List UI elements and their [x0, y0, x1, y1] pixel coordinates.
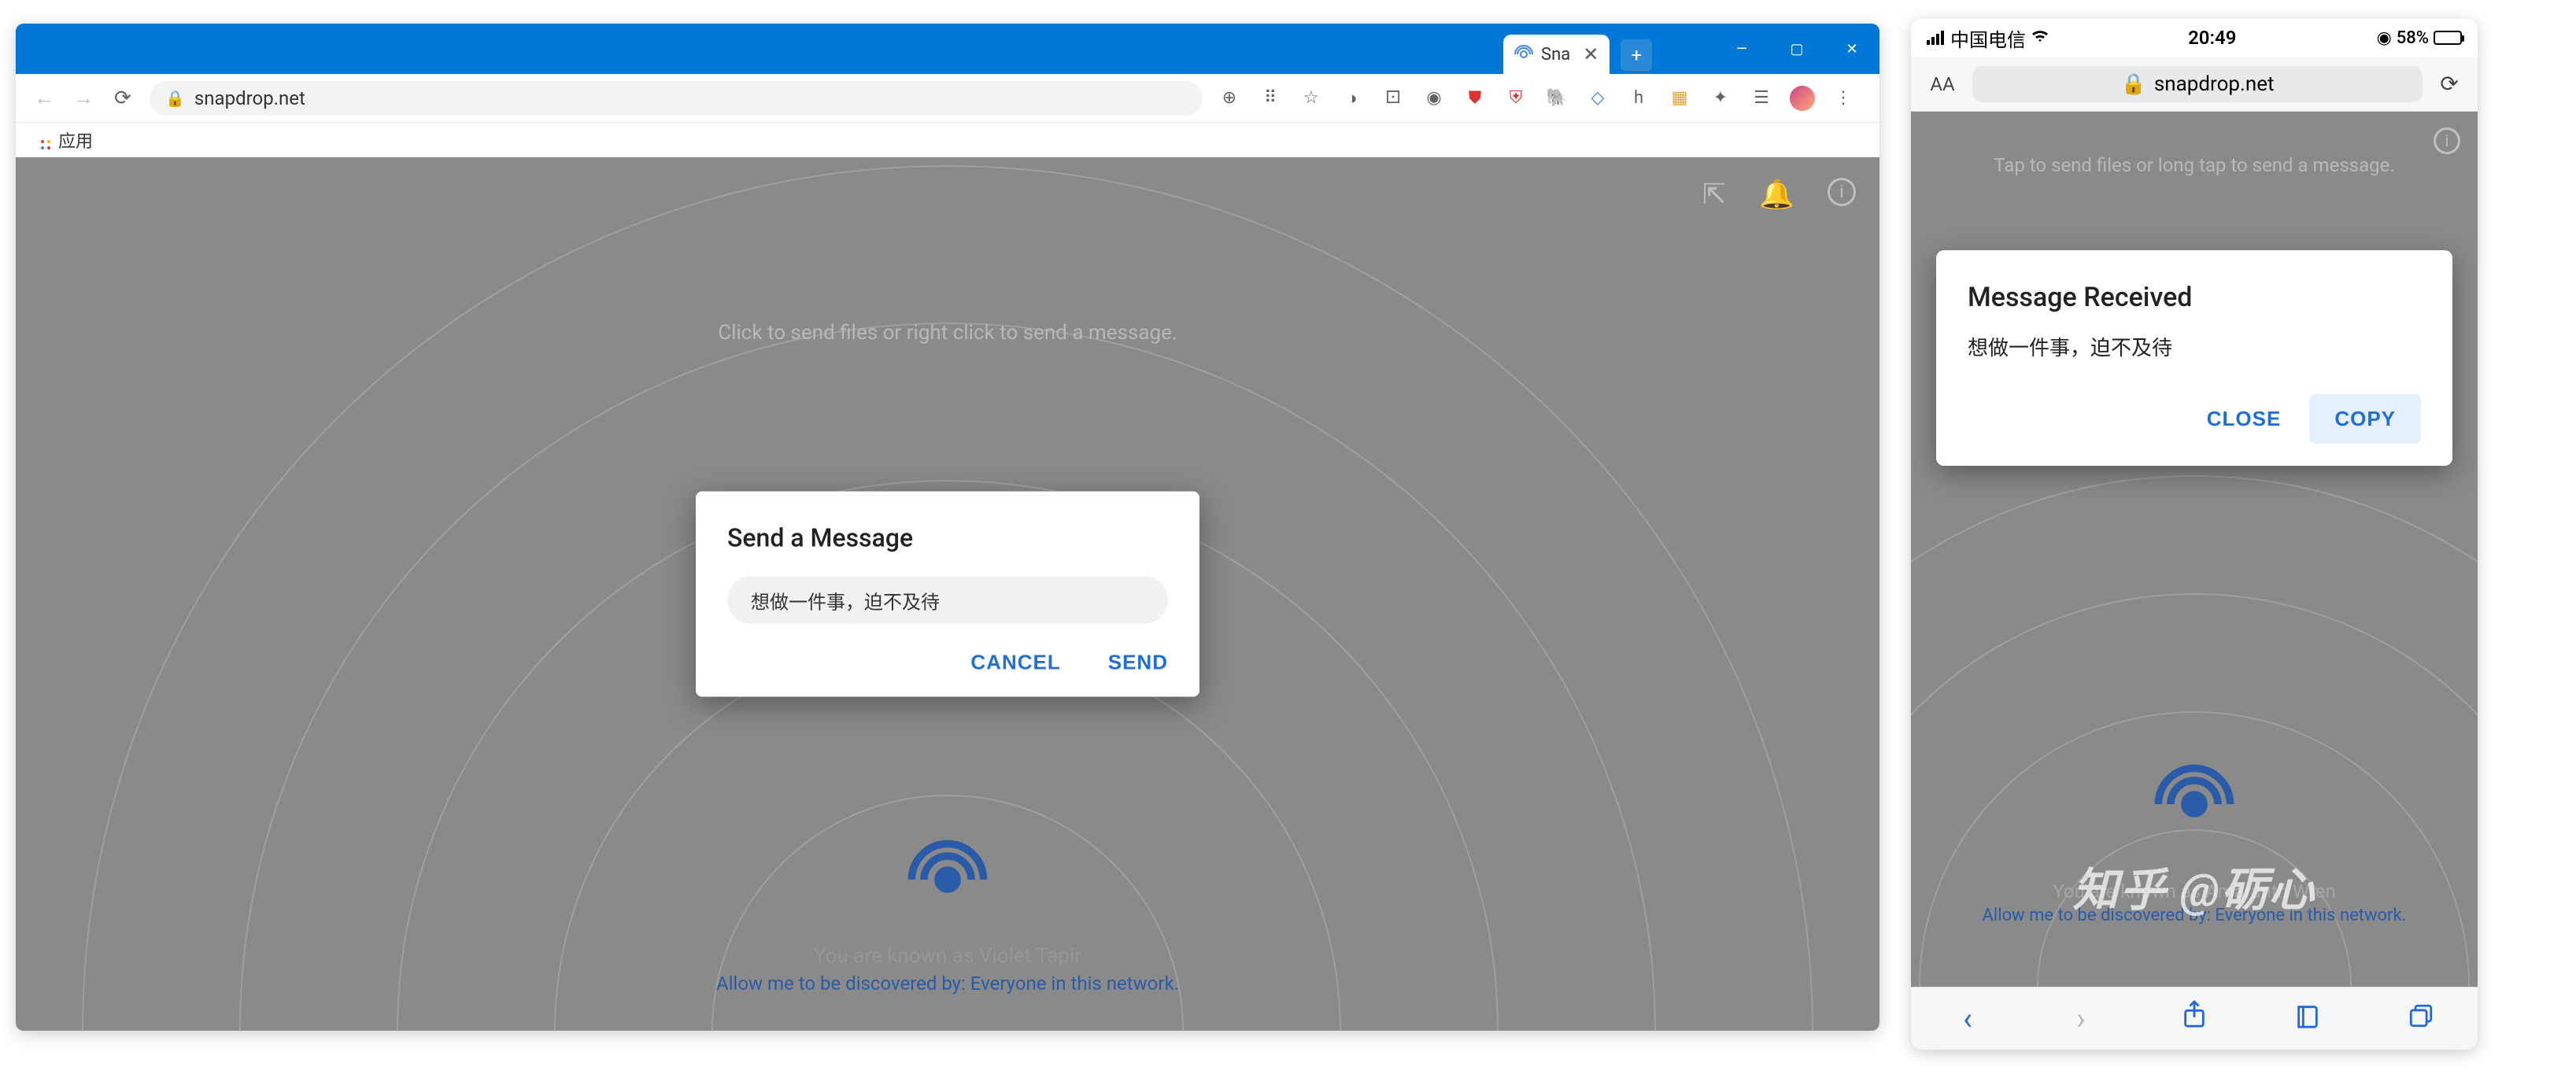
- reading-list-icon[interactable]: ☰: [1749, 86, 1774, 111]
- habr-icon[interactable]: h: [1626, 86, 1651, 111]
- tab-close-icon[interactable]: ✕: [1583, 43, 1598, 65]
- status-left: 中国电信: [1927, 24, 2048, 52]
- install-icon[interactable]: ⇱: [1702, 178, 1726, 211]
- safari-back-button[interactable]: ‹: [1948, 1000, 1987, 1037]
- display-name: You are known as Violet Tapir: [16, 944, 1879, 968]
- safari-bookmarks-button[interactable]: [2288, 1000, 2327, 1037]
- extensions-menu-icon[interactable]: ✦: [1708, 86, 1733, 111]
- snapdrop-favicon-icon: [1514, 45, 1533, 64]
- window-controls: — ▢ ✕: [1714, 24, 1879, 74]
- discovery-link[interactable]: Allow me to be discovered by: Everyone i…: [1911, 906, 2478, 925]
- address-bar[interactable]: 🔒 snapdrop.net: [150, 81, 1203, 116]
- lock-icon: 🔒: [165, 89, 185, 108]
- tampermonkey-icon[interactable]: ◑: [1340, 86, 1365, 111]
- send-button[interactable]: SEND: [1108, 651, 1168, 675]
- window-maximize-button[interactable]: ▢: [1769, 24, 1824, 74]
- dialog-actions: CLOSE COPY: [1968, 394, 2421, 444]
- dialog-title: Send a Message: [727, 523, 1168, 553]
- safari-forward-button[interactable]: ›: [2061, 1000, 2101, 1037]
- desktop-browser-window: Sna ✕ + — ▢ ✕ ← → ⟳ 🔒 snapdrop.net ⊕ ⠿ ☆…: [16, 24, 1879, 1031]
- apps-icon[interactable]: [31, 131, 50, 149]
- extensions-row: ⊕ ⠿ ☆ ◑ ⚀ ◉ ⛊ ⛨ 🐘 ◇ h ▦ ✦ ☰ ⋮: [1217, 86, 1864, 111]
- baidu-icon[interactable]: ⚀: [1380, 86, 1406, 111]
- safari-tabs-button[interactable]: [2401, 1000, 2441, 1037]
- url-text: snapdrop.net: [194, 87, 305, 109]
- bookmark-bar: 应用: [16, 123, 1879, 157]
- location-icon: ◉: [2377, 28, 2392, 48]
- dialog-message: 想做一件事，迫不及待: [1968, 332, 2421, 361]
- text-size-button[interactable]: AA: [1924, 73, 1961, 95]
- safari-share-button[interactable]: [2175, 999, 2214, 1039]
- window-minimize-button[interactable]: —: [1714, 24, 1769, 74]
- evernote-icon[interactable]: 🐘: [1544, 86, 1569, 111]
- info-icon[interactable]: i: [2434, 127, 2460, 154]
- snapdrop-logo-icon: [900, 823, 995, 921]
- discovery-link[interactable]: Allow me to be discovered by: Everyone i…: [16, 973, 1879, 995]
- lock-icon: 🔒: [2120, 72, 2145, 96]
- translate-icon[interactable]: ⠿: [1258, 86, 1283, 111]
- plus-circle-icon[interactable]: ⊕: [1217, 86, 1242, 111]
- tab-strip: Sna ✕ +: [1503, 24, 1652, 74]
- apps-label[interactable]: 应用: [58, 127, 93, 153]
- titlebar: Sna ✕ + — ▢ ✕: [16, 24, 1879, 74]
- page-content: ⇱ 🔔 i Click to send files or right click…: [16, 157, 1879, 1031]
- shield-icon[interactable]: ⛨: [1503, 86, 1528, 111]
- clip-icon[interactable]: ◇: [1585, 86, 1610, 111]
- safari-toolbar: ‹ ›: [1911, 987, 2478, 1050]
- safari-url-text: snapdrop.net: [2154, 72, 2275, 96]
- battery-percent: 58%: [2397, 28, 2429, 48]
- safari-address-bar: AA 🔒 snapdrop.net ⟳: [1911, 57, 2478, 112]
- hint-text: Click to send files or right click to se…: [16, 321, 1879, 345]
- battery-icon: [2434, 31, 2462, 45]
- hint-text: Tap to send files or long tap to send a …: [1911, 154, 2478, 176]
- send-message-dialog: Send a Message CANCEL SEND: [696, 492, 1199, 697]
- signal-icon: [1927, 31, 1944, 45]
- profile-avatar[interactable]: [1790, 86, 1815, 111]
- status-right: ◉ 58%: [2377, 28, 2462, 48]
- back-button[interactable]: ←: [31, 86, 57, 111]
- reload-button[interactable]: ⟳: [110, 86, 135, 111]
- carrier-label: 中国电信: [1950, 24, 2026, 52]
- close-button[interactable]: CLOSE: [2207, 407, 2282, 431]
- mobile-page-content: i Tap to send files or long tap to send …: [1911, 112, 2478, 987]
- browser-toolbar: ← → ⟳ 🔒 snapdrop.net ⊕ ⠿ ☆ ◑ ⚀ ◉ ⛊ ⛨ 🐘 ◇…: [16, 74, 1879, 123]
- chrome-menu-icon[interactable]: ⋮: [1831, 86, 1856, 111]
- ublock-icon[interactable]: ⛊: [1462, 86, 1488, 111]
- footer: You are known as Violet Tapir Allow me t…: [16, 944, 1879, 995]
- status-bar: 中国电信 20:49 ◉ 58%: [1911, 19, 2478, 57]
- cancel-button[interactable]: CANCEL: [970, 651, 1060, 675]
- browser-tab[interactable]: Sna ✕: [1503, 35, 1610, 74]
- picture-icon[interactable]: ▦: [1667, 86, 1692, 111]
- star-icon[interactable]: ☆: [1299, 86, 1324, 111]
- dialog-actions: CANCEL SEND: [727, 651, 1168, 675]
- message-received-dialog: Message Received 想做一件事，迫不及待 CLOSE COPY: [1936, 250, 2452, 466]
- mobile-safari-window: 中国电信 20:49 ◉ 58% AA 🔒 snapdrop.net ⟳ i T: [1911, 19, 2478, 1050]
- tab-title: Sna: [1541, 45, 1570, 65]
- modal-backdrop[interactable]: [1911, 112, 2478, 987]
- clock: 20:49: [2188, 27, 2236, 49]
- wifi-icon: [2032, 28, 2048, 47]
- app-top-icons: ⇱ 🔔 i: [1702, 178, 1856, 211]
- window-close-button[interactable]: ✕: [1824, 24, 1879, 74]
- footer: You are known as Amaranth Wren Allow me …: [1911, 880, 2478, 925]
- extension-icon[interactable]: ◉: [1421, 86, 1447, 111]
- reload-icon[interactable]: ⟳: [2434, 71, 2465, 97]
- copy-button[interactable]: COPY: [2309, 394, 2421, 444]
- new-tab-button[interactable]: +: [1621, 39, 1652, 71]
- notifications-icon[interactable]: 🔔: [1759, 178, 1794, 211]
- safari-url-field[interactable]: 🔒 snapdrop.net: [1972, 66, 2423, 102]
- display-name: You are known as Amaranth Wren: [1911, 880, 2478, 902]
- message-input[interactable]: [727, 577, 1168, 624]
- snapdrop-logo-icon: [2147, 747, 2242, 845]
- dialog-title: Message Received: [1968, 282, 2421, 313]
- info-icon[interactable]: i: [1828, 178, 1856, 206]
- forward-button[interactable]: →: [71, 86, 96, 111]
